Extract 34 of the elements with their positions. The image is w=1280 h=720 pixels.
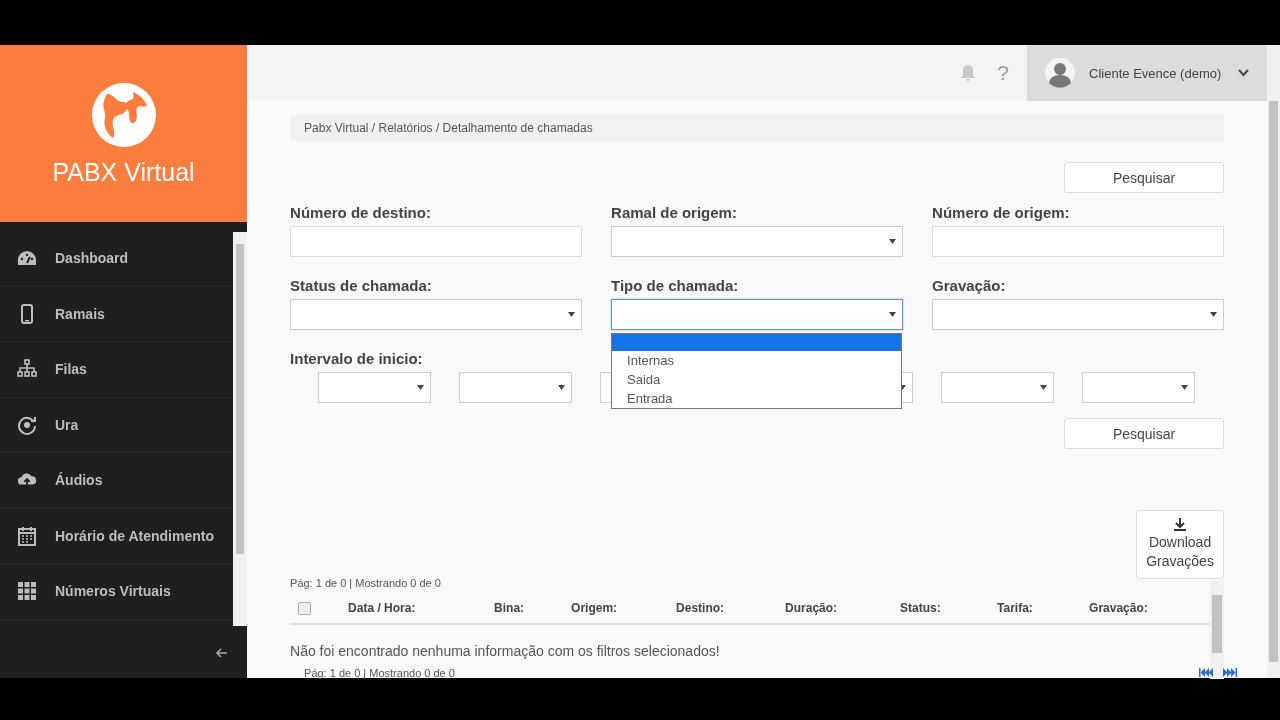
dropdown-option[interactable]: Internas [612, 351, 902, 370]
breadcrumb: Pabx Virtual / Relatórios / Detalhamento de chamadas [290, 115, 1225, 141]
field-label: Número de origem: [932, 204, 1070, 221]
sidebar-label: Ramais [55, 305, 105, 322]
field-label: Status de chamada: [290, 277, 432, 294]
sidebar-label: Horário de Atendimento [55, 527, 214, 544]
column-header: Origem: [571, 601, 618, 615]
field-label: Gravação: [932, 277, 1006, 294]
download-button[interactable]: Download Gravações [1136, 510, 1225, 579]
pagination-info: Pág: 1 de 0 | Mostrando 0 de 0 [290, 577, 442, 589]
search-button[interactable]: Pesquisar [1064, 162, 1225, 193]
sidebar-label: Ura [55, 416, 79, 433]
sidebar-label: Números Virtuais [55, 583, 171, 600]
column-header: Tarifa: [997, 601, 1033, 615]
field-label: Intervalo de inicio: [290, 350, 423, 367]
logo-title: PABX Virtual [52, 158, 195, 187]
dropdown-option[interactable]: Saida [612, 370, 902, 389]
field-label: Número de destino: [290, 204, 431, 221]
column-header: Status: [900, 601, 941, 615]
field-label: Tipo de chamada: [611, 277, 739, 294]
sidebar-label: Áudios [55, 472, 103, 489]
sidebar-label: Filas [55, 361, 87, 378]
empty-message: Não foi encontrado nenhuma informação com os filtros selecionados! [290, 643, 721, 659]
column-header: Data / Hora: [348, 601, 416, 615]
search-button[interactable]: Pesquisar [1064, 418, 1225, 449]
sidebar-label: Dashboard [55, 250, 129, 267]
column-header: Bina: [494, 601, 525, 615]
pagination-info: Pág: 1 de 0 | Mostrando 0 de 0 [304, 667, 456, 679]
column-header: Duração: [785, 601, 838, 615]
field-label: Ramal de origem: [611, 204, 737, 221]
dropdown-option[interactable]: Entrada [612, 389, 902, 408]
user-menu[interactable]: Cliente Evence (demo) [1027, 45, 1268, 101]
column-header: Gravação: [1089, 601, 1148, 615]
column-header: Destino: [676, 601, 725, 615]
